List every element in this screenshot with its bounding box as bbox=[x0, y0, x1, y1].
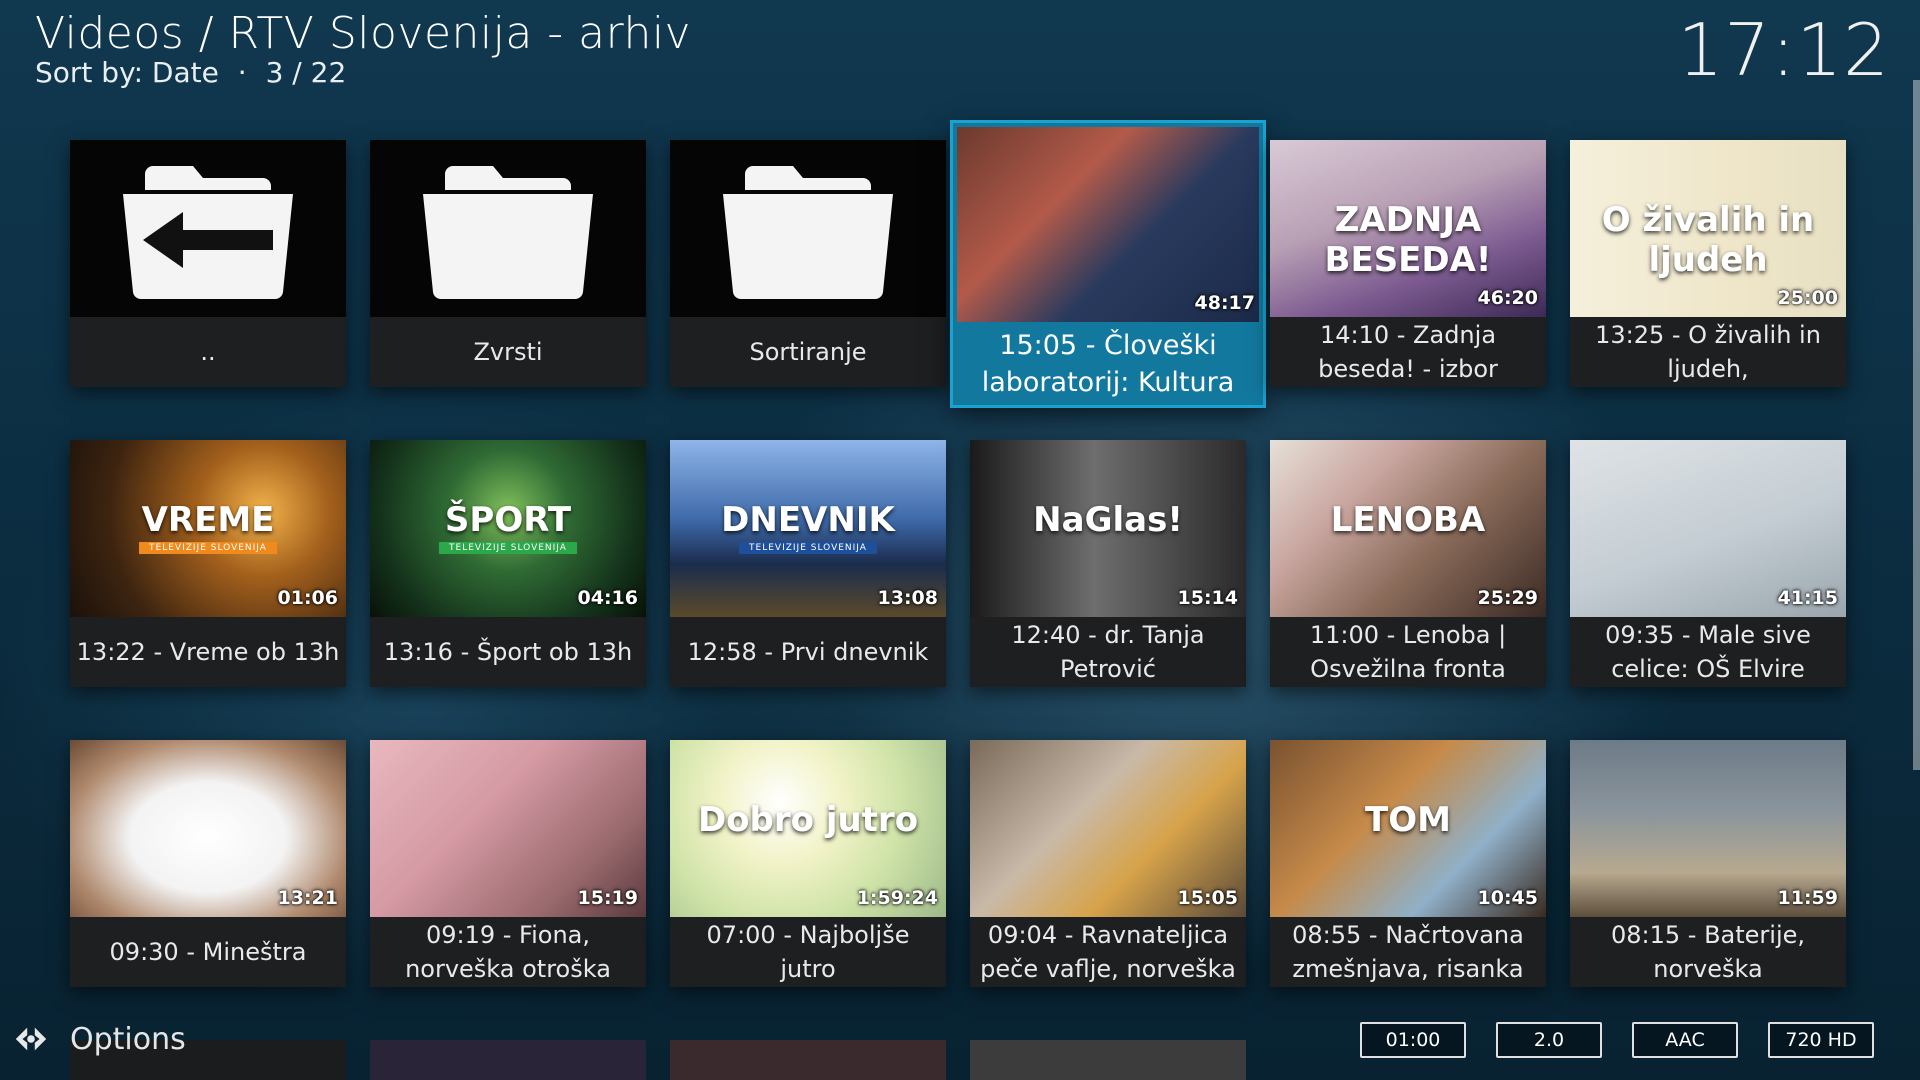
duration-label: 48:17 bbox=[1194, 292, 1255, 314]
thumbnail-logo-text: O živalih in ljudeh bbox=[1601, 200, 1815, 280]
tile-title: 12:40 - dr. Tanja Petrović bbox=[1011, 621, 1205, 683]
tile-title: 09:19 - Fiona, norveška otroška bbox=[405, 921, 611, 983]
partial-tile[interactable] bbox=[970, 1040, 1246, 1080]
tile-title: 13:22 - Vreme ob 13h bbox=[76, 638, 340, 666]
tile-title: 09:30 - Mineštra bbox=[109, 938, 307, 966]
video-tile[interactable]: 48:17 15:05 - Človeški laboratorij: Kultu… bbox=[950, 120, 1266, 408]
flag-duration: 01:00 bbox=[1360, 1022, 1466, 1058]
flag-audio-codec: AAC bbox=[1632, 1022, 1738, 1058]
tile-title: 15:05 - Človeški laboratorij: Kultura bbox=[981, 329, 1235, 398]
folder-icon bbox=[70, 140, 346, 317]
tile-title: 14:10 - Zadnja beseda! - izbor bbox=[1318, 321, 1498, 383]
duration-label: 41:15 bbox=[1777, 587, 1838, 609]
folder-tile[interactable]: Zvrsti bbox=[370, 140, 646, 387]
folder-tile[interactable]: .. bbox=[70, 140, 346, 387]
thumbnail-logo-text: VREME bbox=[141, 500, 275, 540]
video-tile[interactable]: 41:15 09:35 - Male sive celice: OŠ Elvire bbox=[1570, 440, 1846, 687]
duration-label: 01:06 bbox=[277, 587, 338, 609]
tile-title: 07:00 - Najboljše jutro bbox=[706, 921, 910, 983]
tile-title: Sortiranje bbox=[749, 338, 867, 366]
duration-label: 10:45 bbox=[1477, 887, 1538, 909]
media-flags: 01:00 2.0 AAC 720 HD bbox=[1360, 1022, 1874, 1058]
duration-label: 1:59:24 bbox=[856, 887, 938, 909]
video-tile[interactable]: 15:05 09:04 - Ravnateljica peče vaflje, n… bbox=[970, 740, 1246, 987]
thumbnail-logo-subtitle: TELEVIZIJE SLOVENIJA bbox=[670, 542, 946, 554]
thumbnail-logo-subtitle: TELEVIZIJE SLOVENIJA bbox=[70, 542, 346, 554]
video-tile[interactable]: ZADNJA BESEDA! 46:20 14:10 - Zadnja beseda… bbox=[1270, 140, 1546, 387]
duration-label: 11:59 bbox=[1777, 887, 1838, 909]
options-icon bbox=[15, 1027, 47, 1051]
video-tile[interactable]: NaGlas! 15:14 12:40 - dr. Tanja Petrović bbox=[970, 440, 1246, 687]
thumbnail-logo-text: TOM bbox=[1365, 800, 1451, 840]
duration-label: 15:05 bbox=[1177, 887, 1238, 909]
thumbnail-logo-text: ŠPORT bbox=[444, 500, 572, 540]
duration-label: 25:00 bbox=[1777, 287, 1838, 309]
tile-title: .. bbox=[200, 338, 216, 366]
options-label: Options bbox=[70, 1021, 186, 1057]
partial-tile[interactable] bbox=[670, 1040, 946, 1080]
duration-label: 15:14 bbox=[1177, 587, 1238, 609]
tile-title: 11:00 - Lenoba | Osvežilna fronta bbox=[1309, 621, 1507, 683]
kodi-media-window: Videos / RTV Slovenija - arhiv Sort by: … bbox=[0, 0, 1920, 1080]
tile-title: 08:55 - Načrtovana zmešnjava, risanka bbox=[1292, 921, 1524, 983]
tile-title: 13:25 - O živalih in ljudeh, bbox=[1595, 321, 1821, 383]
duration-label: 15:19 bbox=[577, 887, 638, 909]
thumbnail-logo-text: Dobro jutro bbox=[697, 800, 919, 840]
thumbnail-logo-subtitle: TELEVIZIJE SLOVENIJA bbox=[370, 542, 646, 554]
options-button[interactable]: Options bbox=[12, 1020, 186, 1058]
video-tile[interactable]: ŠPORT TELEVIZIJE SLOVENIJA 04:16 13:16 - Šp… bbox=[370, 440, 646, 687]
tile-title: 08:15 - Baterije, norveška bbox=[1610, 921, 1806, 983]
thumbnail-logo-text: DNEVNIK bbox=[721, 500, 895, 540]
tile-title: 12:58 - Prvi dnevnik bbox=[687, 638, 929, 666]
flag-audio-channels: 2.0 bbox=[1496, 1022, 1602, 1058]
duration-label: 13:08 bbox=[877, 587, 938, 609]
folder-icon bbox=[370, 140, 646, 317]
thumbnail-logo-text: LENOBA bbox=[1330, 500, 1486, 540]
duration-label: 46:20 bbox=[1477, 287, 1538, 309]
video-tile[interactable]: 13:21 09:30 - Mineštra bbox=[70, 740, 346, 987]
video-tile[interactable]: TOM 10:45 08:55 - Načrtovana zmešnjava, ri… bbox=[1270, 740, 1546, 987]
tile-title: Zvrsti bbox=[473, 338, 543, 366]
partial-tile[interactable] bbox=[370, 1040, 646, 1080]
thumbnail-logo-text: ZADNJA BESEDA! bbox=[1324, 200, 1492, 280]
folder-tile[interactable]: Sortiranje bbox=[670, 140, 946, 387]
tile-title: 09:04 - Ravnateljica peče vaflje, norveš… bbox=[980, 921, 1236, 983]
video-tile[interactable]: DNEVNIK TELEVIZIJE SLOVENIJA 13:08 12:58 - … bbox=[670, 440, 946, 687]
folder-icon bbox=[670, 140, 946, 317]
video-tile[interactable]: VREME TELEVIZIJE SLOVENIJA 01:06 13:22 - Vr… bbox=[70, 440, 346, 687]
thumbnail-logo-text: NaGlas! bbox=[1033, 500, 1183, 540]
media-grid: .. Zvrsti Sortiranje 48:17 15:05 - Človeški … bbox=[0, 0, 1920, 1080]
tile-title: 09:35 - Male sive celice: OŠ Elvire bbox=[1605, 621, 1811, 683]
tile-title: 13:16 - Šport ob 13h bbox=[383, 638, 633, 666]
video-tile[interactable]: LENOBA 25:29 11:00 - Lenoba | Osvežilna fr… bbox=[1270, 440, 1546, 687]
video-tile[interactable]: 11:59 08:15 - Baterije, norveška bbox=[1570, 740, 1846, 987]
duration-label: 25:29 bbox=[1477, 587, 1538, 609]
duration-label: 04:16 bbox=[577, 587, 638, 609]
video-tile[interactable]: Dobro jutro 1:59:24 07:00 - Najboljše jutr… bbox=[670, 740, 946, 987]
video-tile[interactable]: O živalih in ljudeh 25:00 13:25 - O živali… bbox=[1570, 140, 1846, 387]
video-tile[interactable]: 15:19 09:19 - Fiona, norveška otroška bbox=[370, 740, 646, 987]
duration-label: 13:21 bbox=[277, 887, 338, 909]
flag-resolution: 720 HD bbox=[1768, 1022, 1874, 1058]
